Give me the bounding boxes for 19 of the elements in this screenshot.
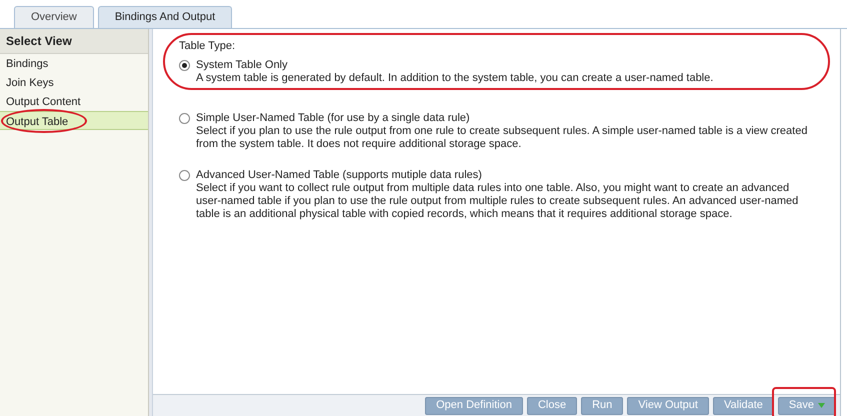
option-label: System Table Only — [196, 58, 289, 72]
tab[interactable]: Bindings And Output — [98, 6, 232, 28]
sidebar-item[interactable]: Join Keys — [0, 73, 148, 92]
option-description: Select if you plan to use the rule output from one rule to create subsequent rules. A simple user-named table is a view created from the system table. It does not require additional storage space. — [196, 124, 808, 150]
sidebar-title: Select View — [0, 29, 148, 54]
option-description: A system table is generated by default. In addition to the system table, you can create a user-named table. — [196, 72, 714, 84]
radio-button[interactable] — [179, 112, 190, 124]
table-type-label: Table Type: — [179, 39, 236, 54]
radio-button[interactable] — [179, 170, 190, 180]
option-label: Simple User-Named Table (for use by a single data rule) — [196, 112, 471, 124]
radio-button[interactable] — [179, 60, 190, 70]
sidebar-item[interactable]: Output Table — [0, 111, 148, 130]
tab[interactable]: Overview — [14, 6, 94, 28]
sidebar-item[interactable]: Output Content — [0, 92, 148, 111]
option-description: Select if you want to collect rule output from multiple data rules into one table. Also, you might want to create an advanced user-named table if you plan to use the rule output from multiple rules to create subsequent rules. An advanced user-named table is an additional physical table with copied records, which means that it requires additional storage space. — [196, 182, 800, 220]
sidebar-item[interactable]: Bindings — [0, 54, 148, 73]
option-label: Advanced User-Named Table (supports mutiple data rules) — [196, 168, 483, 182]
highlight-ring — [772, 386, 836, 416]
dropdown-caret-icon — [818, 403, 825, 408]
